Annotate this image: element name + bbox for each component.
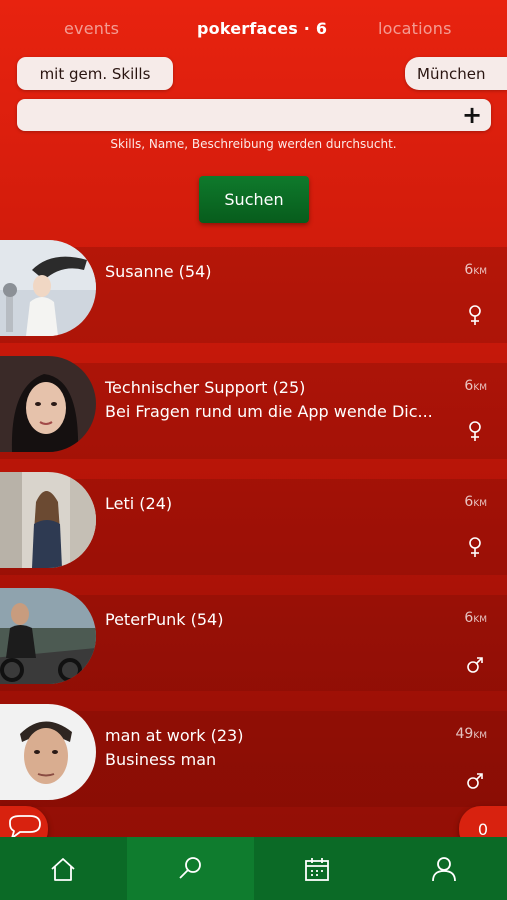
profile-distance: 6KM [464,494,487,510]
nav-profile[interactable] [380,837,507,900]
profile-row-peterpunk[interactable]: PeterPunk (54) 6KM [0,588,507,691]
search-button[interactable]: Suchen [199,176,309,223]
profile-name: Susanne (54) [105,262,212,281]
avatar [0,240,96,336]
avatar [0,704,96,800]
profile-description: Bei Fragen rund um die App wende Dic... [105,402,433,421]
female-icon [469,537,481,557]
profile-name: Technischer Support (25) [105,378,306,397]
nav-search[interactable] [126,837,254,900]
tab-events[interactable]: events [64,19,119,38]
calendar-icon [304,857,329,881]
profile-row-technischer-support[interactable]: Technischer Support (25) Bei Fragen rund… [0,356,507,459]
city-filter-button[interactable]: München [405,57,507,90]
search-hint: Skills, Name, Beschreibung werden durchs… [110,137,397,151]
profile-distance: 6KM [464,262,487,278]
home-icon [51,857,75,881]
nav-home[interactable] [0,837,127,900]
bottom-nav [0,837,507,900]
search-icon [179,856,202,879]
profile-row-susanne[interactable]: Susanne (54) 6KM [0,240,507,343]
female-icon [469,305,481,325]
avatar [0,356,96,452]
male-icon [467,657,483,673]
profile-distance: 6KM [464,610,487,626]
tab-pokerfaces[interactable]: pokerfaces · 6 [197,19,327,38]
profile-name: man at work (23) [105,726,244,745]
skills-filter-button[interactable]: mit gem. Skills [17,57,173,90]
profile-name: Leti (24) [105,494,173,513]
nav-calendar[interactable] [254,837,381,900]
profile-row-man-at-work[interactable]: man at work (23) Business man 49KM [0,704,507,807]
male-icon [467,773,483,789]
top-tabs: events pokerfaces · 6 locations [0,0,507,58]
profile-distance: 6KM [464,378,487,394]
profile-distance: 49KM [455,726,488,742]
profile-name: PeterPunk (54) [105,610,224,629]
profile-description: Business man [105,750,217,769]
user-icon [431,856,456,881]
tab-locations[interactable]: locations [378,19,452,38]
avatar [0,588,96,684]
search-input[interactable] [27,99,461,133]
female-icon [469,421,481,441]
search-field: + [17,99,491,133]
add-icon[interactable]: + [461,102,483,128]
avatar [0,472,96,568]
profile-row-leti[interactable]: Leti (24) 6KM [0,472,507,575]
